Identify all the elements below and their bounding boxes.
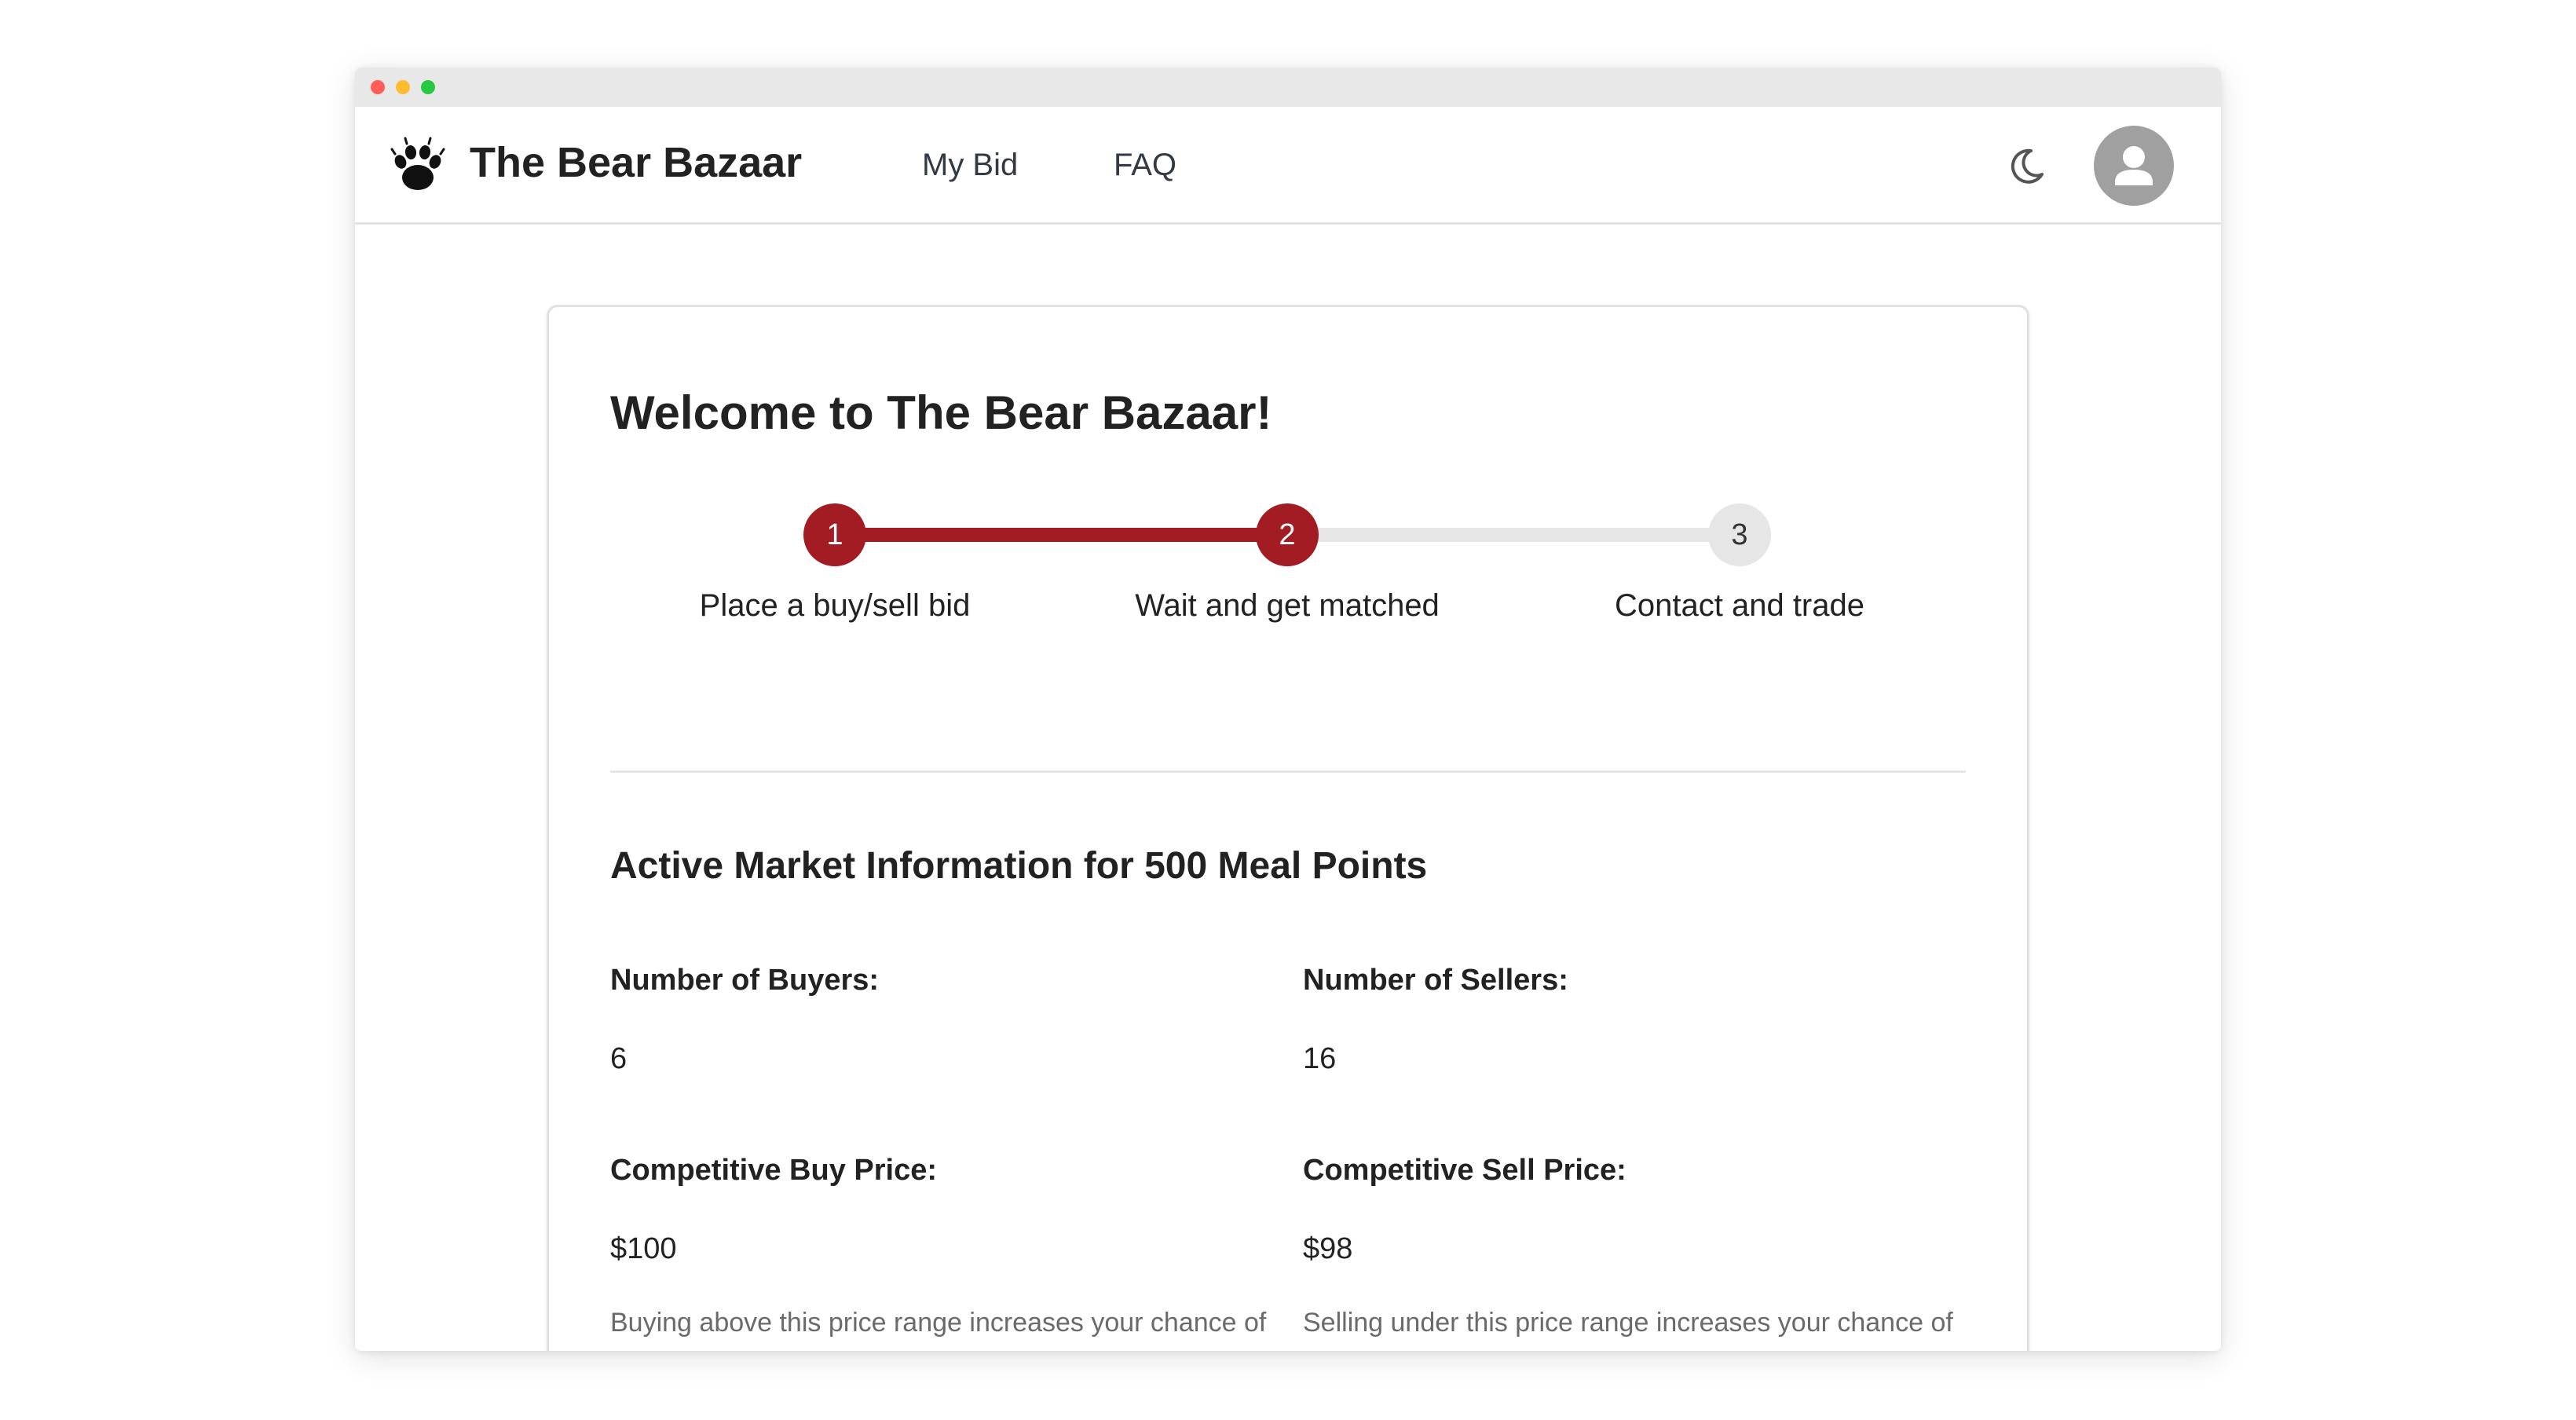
buyers-count-label: Number of Buyers:	[610, 964, 880, 997]
step-2-indicator: 2	[1256, 503, 1319, 566]
buy-price-value: $100	[610, 1232, 677, 1265]
progress-line-remaining	[1286, 528, 1740, 542]
user-avatar-icon[interactable]	[2094, 126, 2174, 206]
window-close-button[interactable]	[371, 80, 385, 94]
nav-link-faq[interactable]: FAQ	[1114, 148, 1176, 183]
sell-price-hint: Selling under this price range increases…	[1303, 1308, 1953, 1351]
top-navbar: The Bear Bazaar My Bid FAQ	[355, 107, 2221, 225]
bear-paw-icon[interactable]	[388, 137, 448, 196]
step-2-label: Wait and get matched	[1135, 588, 1440, 623]
progress-line-completed	[832, 528, 1286, 542]
buy-price-label: Competitive Buy Price:	[610, 1154, 937, 1187]
browser-window: The Bear Bazaar My Bid FAQ Welcome to Th…	[355, 68, 2221, 1351]
section-divider	[610, 770, 1966, 773]
nav-link-my-bid[interactable]: My Bid	[922, 148, 1018, 183]
moon-icon[interactable]	[2004, 145, 2048, 188]
step-3-indicator: 3	[1708, 503, 1771, 566]
sellers-count-value: 16	[1303, 1042, 1337, 1075]
sell-price-label: Competitive Sell Price:	[1303, 1154, 1626, 1187]
market-info-title: Active Market Information for 500 Meal P…	[610, 845, 1428, 887]
window-minimize-button[interactable]	[396, 80, 410, 94]
welcome-card: Welcome to The Bear Bazaar! 1 2 3 Place …	[547, 305, 2029, 1351]
user-silhouette-icon	[2115, 146, 2153, 185]
step-3-label: Contact and trade	[1615, 588, 1864, 623]
buyers-count-value: 6	[610, 1042, 628, 1075]
buy-price-hint: Buying above this price range increases …	[610, 1308, 1267, 1351]
sellers-count-label: Number of Sellers:	[1303, 964, 1568, 997]
window-titlebar	[355, 68, 2221, 107]
sell-price-value: $98	[1303, 1232, 1353, 1265]
page-title: Welcome to The Bear Bazaar!	[610, 386, 1272, 439]
window-zoom-button[interactable]	[421, 80, 435, 94]
step-1-indicator: 1	[803, 503, 866, 566]
brand-title[interactable]: The Bear Bazaar	[470, 138, 802, 187]
step-1-label: Place a buy/sell bid	[699, 588, 971, 623]
